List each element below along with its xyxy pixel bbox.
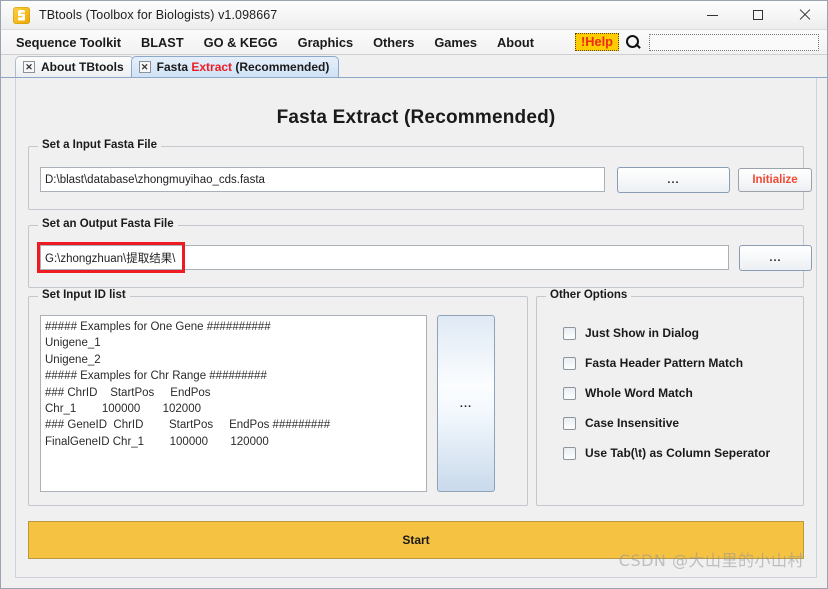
output-fasta-group-title: Set an Output Fasta File — [38, 218, 178, 230]
option-fasta-header-pattern-match[interactable]: Fasta Header Pattern Match — [563, 356, 743, 370]
search-icon[interactable] — [626, 34, 641, 50]
checkbox-icon[interactable] — [563, 416, 576, 430]
tab-close-icon[interactable]: ✕ — [23, 61, 35, 73]
option-use-tab-as-column-seperator[interactable]: Use Tab(\t) as Column Seperator — [563, 446, 770, 460]
option-just-show-in-dialog[interactable]: Just Show in Dialog — [563, 326, 699, 340]
checkbox-icon[interactable] — [563, 326, 576, 340]
tab-label: Fasta Extract (Recommended) — [157, 60, 330, 74]
option-label: Just Show in Dialog — [585, 326, 700, 340]
other-options-group-title: Other Options — [546, 289, 632, 301]
search-input[interactable] — [649, 33, 819, 51]
menu-item-graphics[interactable]: Graphics — [297, 34, 354, 51]
tab-label-post: (Recommended) — [232, 60, 330, 74]
tab-strip: ✕ About TBtools ✕ Fasta Extract (Recomme… — [1, 55, 827, 78]
option-label: Use Tab(\t) as Column Seperator — [585, 446, 771, 460]
title-bar: TBtools (Toolbox for Biologists) v1.0986… — [1, 1, 827, 30]
output-fasta-browse-button[interactable]: ... — [739, 245, 812, 271]
tab-label-highlight: Extract — [191, 60, 233, 74]
minimize-icon — [706, 14, 718, 16]
option-label: Case Insensitive — [585, 416, 680, 430]
window-title: TBtools (Toolbox for Biologists) v1.0986… — [39, 8, 278, 22]
input-id-list-group-title: Set Input ID list — [38, 289, 130, 301]
option-label: Fasta Header Pattern Match — [585, 356, 744, 370]
checkbox-icon[interactable] — [563, 386, 576, 400]
tab-label-pre: Fasta — [156, 60, 192, 74]
checkbox-icon[interactable] — [563, 446, 576, 460]
menu-item-about[interactable]: About — [496, 34, 535, 51]
help-button[interactable]: !Help — [575, 33, 619, 51]
checkbox-icon[interactable] — [563, 356, 576, 370]
tbtools-logo-icon — [13, 6, 30, 24]
input-id-list-browse-button[interactable]: ... — [437, 315, 495, 492]
menu-bar: Sequence Toolkit BLAST GO & KEGG Graphic… — [1, 30, 827, 55]
option-case-insensitive[interactable]: Case Insensitive — [563, 416, 679, 430]
option-label: Whole Word Match — [585, 386, 693, 400]
output-fasta-path-field[interactable] — [40, 245, 729, 270]
tab-label: About TBtools — [41, 60, 124, 74]
menu-item-go-kegg[interactable]: GO & KEGG — [203, 34, 279, 51]
option-whole-word-match[interactable]: Whole Word Match — [563, 386, 693, 400]
other-options-group: Other Options Just Show in Dialog Fasta … — [536, 289, 804, 506]
input-id-list-textarea[interactable]: ##### Examples for One Gene ########## U… — [40, 315, 427, 492]
tab-close-icon[interactable]: ✕ — [138, 61, 151, 73]
content-pane: Fasta Extract (Recommended) Set a Input … — [15, 78, 817, 578]
input-fasta-group: Set a Input Fasta File ... Initialize — [28, 139, 812, 210]
watermark: CSDN @大山里的小山村 — [618, 551, 804, 570]
input-id-list-content: ##### Examples for One Gene ########## U… — [45, 321, 331, 448]
initialize-button[interactable]: Initialize — [738, 168, 812, 192]
menu-item-sequence-toolkit[interactable]: Sequence Toolkit — [15, 34, 122, 51]
tbtools-window: TBtools (Toolbox for Biologists) v1.0986… — [0, 0, 828, 589]
window-controls — [689, 1, 827, 29]
tab-fasta-extract[interactable]: ✕ Fasta Extract (Recommended) — [130, 56, 340, 77]
maximize-button[interactable] — [735, 1, 781, 29]
maximize-icon — [753, 10, 763, 20]
menu-item-blast[interactable]: BLAST — [140, 34, 185, 51]
menu-item-games[interactable]: Games — [433, 34, 478, 51]
input-fasta-path-field[interactable] — [40, 167, 605, 192]
output-fasta-group: Set an Output Fasta File ... — [28, 218, 812, 288]
input-id-list-group: Set Input ID list ##### Examples for One… — [28, 289, 528, 506]
page-title: Fasta Extract (Recommended) — [276, 107, 556, 128]
tab-about-tbtools[interactable]: ✕ About TBtools — [15, 56, 134, 77]
menu-item-others[interactable]: Others — [372, 34, 415, 51]
close-icon — [798, 9, 810, 21]
input-fasta-browse-button[interactable]: ... — [617, 167, 730, 193]
input-fasta-group-title: Set a Input Fasta File — [38, 139, 162, 151]
minimize-button[interactable] — [689, 1, 735, 29]
close-button[interactable] — [781, 1, 827, 29]
